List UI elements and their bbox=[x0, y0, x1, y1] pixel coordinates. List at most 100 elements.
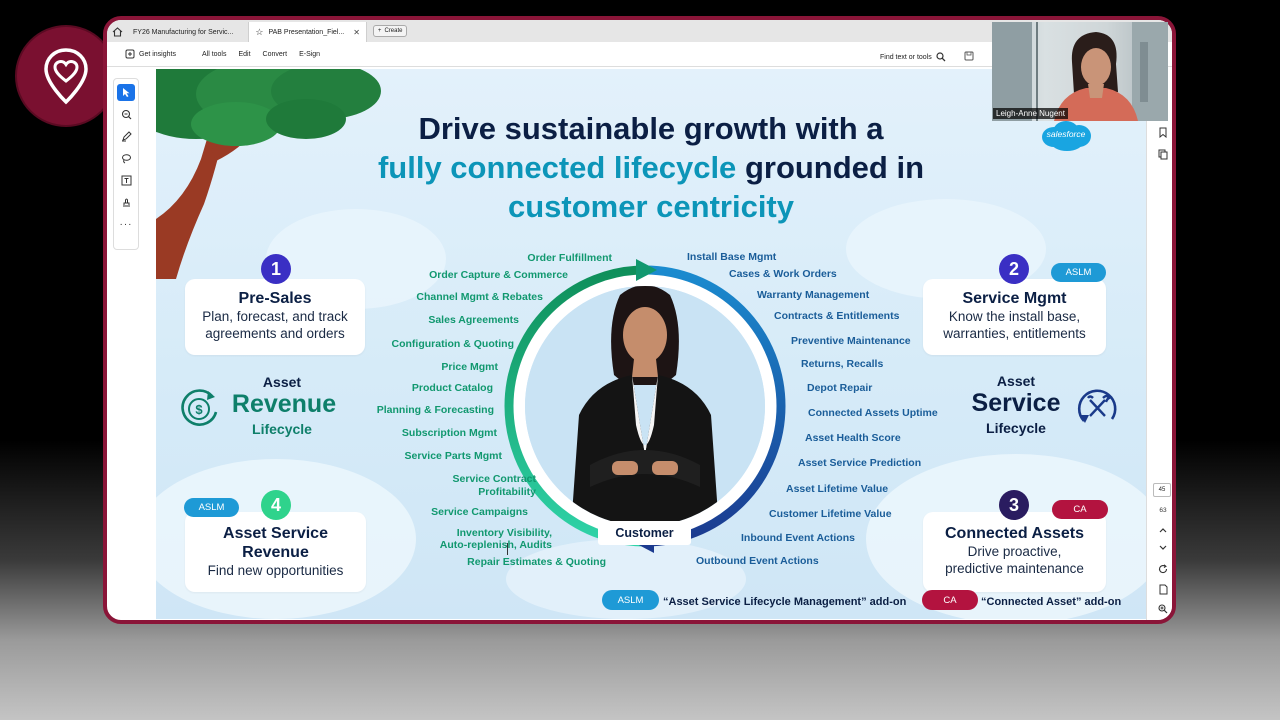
lifecycle-item: Returns, Recalls bbox=[801, 358, 884, 370]
edit-menu[interactable]: Edit bbox=[238, 51, 250, 58]
asr-title: Asset Service bbox=[223, 525, 328, 542]
presales-card: Pre-Sales Plan, forecast, and track agre… bbox=[185, 279, 365, 355]
plus-icon: + bbox=[377, 28, 382, 34]
location-heart-icon bbox=[44, 48, 88, 105]
presales-subtitle-2: agreements and orders bbox=[205, 326, 345, 341]
legend-ca-badge: CA bbox=[922, 590, 978, 610]
bookmark-add-icon[interactable] bbox=[1155, 125, 1171, 139]
page-down-icon[interactable] bbox=[1155, 541, 1171, 555]
lifecycle-item: Service Parts Mgmt bbox=[404, 450, 502, 462]
participant-name: Leigh-Anne Nugent bbox=[993, 108, 1068, 119]
legend-aslm-text: “Asset Service Lifecycle Management” add… bbox=[663, 596, 907, 608]
asset-service-revenue-card: Asset Service Revenue Find new opportuni… bbox=[185, 512, 366, 592]
save-icon[interactable] bbox=[964, 51, 974, 63]
lifecycle-item: Planning & Forecasting bbox=[376, 404, 494, 416]
lifecycle-item: Configuration & Quoting bbox=[391, 338, 514, 350]
left-tool-rail: ··· bbox=[113, 78, 139, 250]
create-tab-button[interactable]: + Create bbox=[372, 25, 408, 37]
lifecycle-item: Install Base Mgmt bbox=[687, 251, 777, 263]
right-tool-rail: 45 63 bbox=[1146, 67, 1172, 624]
aslm-badge: ASLM bbox=[1051, 263, 1106, 282]
lifecycle-item: Inbound Event Actions bbox=[741, 532, 855, 544]
home-icon[interactable] bbox=[107, 22, 127, 42]
presenter-video bbox=[992, 22, 1168, 121]
all-tools-label: All tools bbox=[201, 50, 227, 58]
revenue-lifecycle-block: $ Asset Revenue Lifecycle bbox=[178, 374, 348, 444]
text-cursor-icon bbox=[507, 543, 508, 555]
lifecycle-item: Warranty Management bbox=[757, 289, 870, 301]
legend-aslm-badge: ASLM bbox=[602, 590, 659, 610]
lifecycle-item: Customer Lifetime Value bbox=[769, 508, 892, 520]
select-cursor-icon[interactable] bbox=[117, 84, 135, 101]
edit-label: Edit bbox=[238, 50, 251, 58]
lifecycle-item: Depot Repair bbox=[807, 382, 873, 394]
lifecycle-item: Inventory Visibility, bbox=[456, 527, 552, 539]
create-label: Create bbox=[384, 28, 403, 34]
close-tab-icon[interactable]: ✕ bbox=[353, 28, 360, 37]
page-number-input[interactable]: 45 bbox=[1153, 483, 1171, 497]
revenue-lifecycle-top: Asset bbox=[262, 374, 302, 390]
zoom-in-icon[interactable] bbox=[1155, 602, 1171, 616]
step-3-badge: 3 bbox=[999, 490, 1029, 520]
page-total: 63 bbox=[1159, 506, 1167, 514]
step-2-badge: 2 bbox=[999, 254, 1029, 284]
connected-assets-title: Connected Assets bbox=[945, 525, 1084, 542]
asr-subtitle: Find new opportunities bbox=[207, 563, 344, 578]
asr-title-2: Revenue bbox=[242, 544, 309, 561]
lasso-icon[interactable] bbox=[117, 150, 135, 167]
svg-text:$: $ bbox=[195, 402, 203, 417]
all-tools-menu[interactable]: All tools bbox=[202, 51, 227, 58]
service-lifecycle-bot: Lifecycle bbox=[986, 420, 1046, 436]
lifecycle-item: Asset Lifetime Value bbox=[786, 483, 889, 495]
connected-assets-card: Connected Assets Drive proactive, predic… bbox=[923, 512, 1106, 592]
lifecycle-item: Product Catalog bbox=[411, 382, 493, 394]
lifecycle-item: Asset Health Score bbox=[805, 432, 901, 444]
lifecycle-item: Preventive Maintenance bbox=[791, 335, 911, 347]
search-icon bbox=[936, 52, 946, 62]
aslm-badge: ASLM bbox=[184, 498, 239, 517]
page-up-icon[interactable] bbox=[1155, 523, 1171, 537]
lifecycle-item: Price Mgmt bbox=[441, 361, 498, 373]
presales-title: Pre-Sales bbox=[238, 290, 312, 307]
slide-title-line2: fully connected lifecycle grounded in bbox=[156, 148, 1146, 187]
stamp-icon[interactable] bbox=[117, 194, 135, 211]
tab-label: PAB Presentation_Fiel... bbox=[268, 28, 345, 36]
refresh-icon[interactable] bbox=[1155, 562, 1171, 576]
lifecycle-item: Auto-replenish, Audits bbox=[439, 539, 552, 551]
customer-label: Customer bbox=[598, 521, 691, 545]
service-mgmt-card: Service Mgmt Know the install base, warr… bbox=[923, 279, 1106, 355]
service-mgmt-title: Service Mgmt bbox=[962, 290, 1067, 307]
document-icon[interactable] bbox=[1155, 582, 1171, 596]
find-text-label: Find text or tools bbox=[880, 53, 932, 61]
webcam-video-tile: Leigh-Anne Nugent bbox=[992, 22, 1168, 121]
lifecycle-item: Profitability bbox=[478, 486, 536, 498]
text-box-icon[interactable] bbox=[117, 172, 135, 189]
service-mgmt-subtitle: Know the install base, bbox=[948, 309, 1081, 324]
lifecycle-item: Asset Service Prediction bbox=[798, 457, 922, 469]
tab-pab-presentation[interactable]: ☆ PAB Presentation_Fiel... ✕ bbox=[249, 22, 367, 42]
revenue-lifecycle-bot: Lifecycle bbox=[252, 421, 312, 437]
convert-menu[interactable]: Convert bbox=[263, 51, 288, 58]
esign-label: E-Sign bbox=[299, 50, 321, 58]
title-highlight: fully connected lifecycle bbox=[377, 150, 737, 185]
service-mgmt-subtitle-2: warranties, entitlements bbox=[943, 326, 1086, 341]
more-options-icon[interactable]: ··· bbox=[117, 216, 135, 233]
lifecycle-item: Order Fulfillment bbox=[527, 252, 612, 264]
presentation-slide: salesforce Drive sustainable growth with… bbox=[156, 69, 1146, 619]
find-text-search[interactable]: Find text or tools bbox=[880, 51, 974, 63]
lifecycle-item: Outbound Event Actions bbox=[696, 555, 819, 567]
get-insights-button[interactable]: Get insights bbox=[125, 49, 176, 59]
tab-fy26-manufacturing[interactable]: FY26 Manufacturing for Servic... bbox=[127, 22, 250, 42]
get-insights-label: Get insights bbox=[139, 50, 176, 58]
service-lifecycle-mid: Service bbox=[971, 389, 1061, 417]
presales-subtitle: Plan, forecast, and track bbox=[202, 309, 348, 324]
connected-assets-subtitle: Drive proactive, bbox=[967, 544, 1062, 559]
zoom-out-icon[interactable] bbox=[1155, 621, 1171, 624]
esign-menu[interactable]: E-Sign bbox=[299, 51, 320, 58]
zoom-comment-icon[interactable] bbox=[117, 106, 135, 123]
lifecycle-item: Service Campaigns bbox=[431, 506, 528, 518]
copy-pages-icon[interactable] bbox=[1155, 147, 1171, 161]
pen-icon[interactable] bbox=[117, 128, 135, 145]
ca-badge: CA bbox=[1052, 500, 1108, 519]
star-icon[interactable]: ☆ bbox=[255, 27, 263, 38]
